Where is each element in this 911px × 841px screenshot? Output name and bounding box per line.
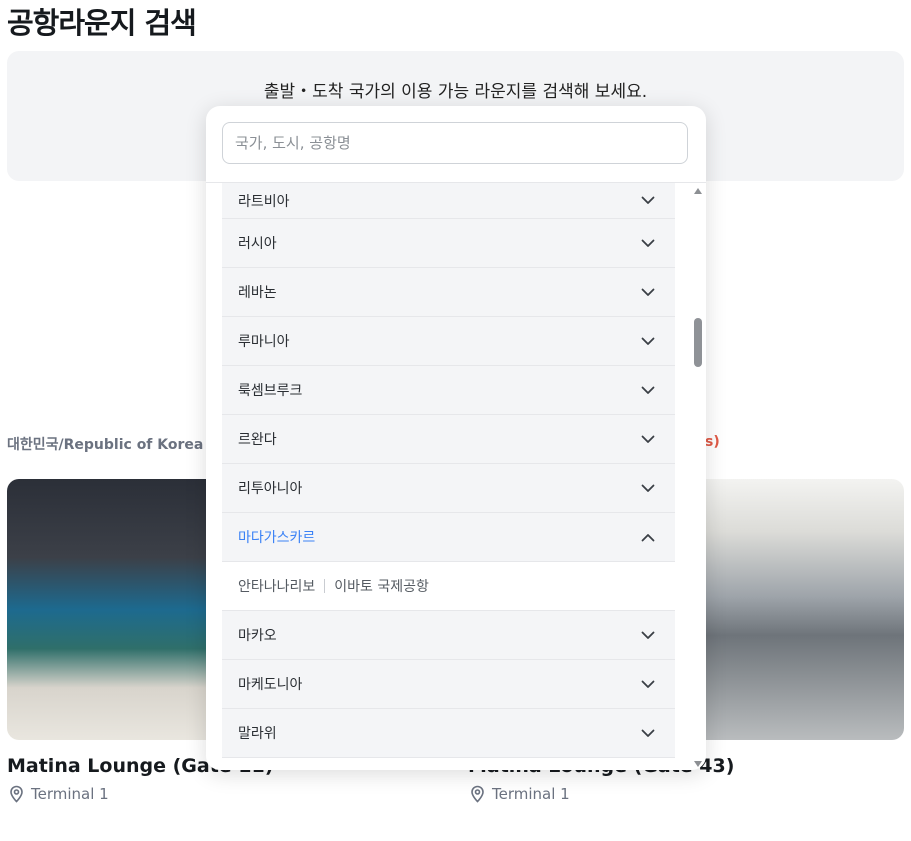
country-item-rwanda[interactable]: 르완다 xyxy=(222,415,675,464)
country-item-lithuania[interactable]: 리투아니아 xyxy=(222,464,675,513)
chevron-down-icon xyxy=(641,631,655,640)
chevron-down-icon xyxy=(641,196,655,205)
chevron-down-icon xyxy=(641,729,655,738)
country-label: 룩셈브루크 xyxy=(238,383,303,399)
airport-item-ivato[interactable]: 안타나나리보 이바토 국제공항 xyxy=(222,562,675,611)
chevron-up-icon xyxy=(641,533,655,542)
search-input[interactable] xyxy=(222,122,688,164)
country-label: 르완다 xyxy=(238,432,277,448)
chevron-down-icon xyxy=(641,386,655,395)
airport-label: 이바토 국제공항 xyxy=(334,579,429,595)
country-label: 러시아 xyxy=(238,236,277,252)
lounge-card-terminal-1: Terminal 1 xyxy=(8,785,109,803)
page-title: 공항라운지 검색 xyxy=(7,6,197,40)
scrollbar-thumb[interactable] xyxy=(694,318,702,367)
country-label: 라트비아 xyxy=(238,193,290,210)
country-item-macedonia[interactable]: 마케도니아 xyxy=(222,660,675,709)
country-label: 말라위 xyxy=(238,726,277,742)
country-label: 마케도니아 xyxy=(238,677,303,693)
country-list: 라트비아 러시아 레바논 루마니아 룩셈브루크 르완다 리투아니아 마다가스카르… xyxy=(222,183,675,770)
country-label: 루마니아 xyxy=(238,334,290,350)
country-item-macau[interactable]: 마카오 xyxy=(222,611,675,660)
chevron-down-icon xyxy=(641,435,655,444)
chevron-down-icon xyxy=(641,288,655,297)
chevron-down-icon xyxy=(641,484,655,493)
lounge-card-terminal-2: Terminal 1 xyxy=(469,785,570,803)
country-item-romania[interactable]: 루마니아 xyxy=(222,317,675,366)
chevron-down-icon xyxy=(641,239,655,248)
country-label: 레바논 xyxy=(238,285,277,301)
country-label: 리투아니아 xyxy=(238,481,303,497)
scroll-up-arrow-icon[interactable] xyxy=(694,188,702,194)
scroll-down-arrow-icon[interactable] xyxy=(694,761,702,767)
country-item-latvia[interactable]: 라트비아 xyxy=(222,183,675,219)
country-label: 마다가스카르 xyxy=(238,530,316,546)
country-dropdown: 라트비아 러시아 레바논 루마니아 룩셈브루크 르완다 리투아니아 마다가스카 xyxy=(206,106,706,770)
hero-text: 출발・도착 국가의 이용 가능 라운지를 검색해 보세요. xyxy=(263,82,648,102)
country-item-lebanon[interactable]: 레바논 xyxy=(222,268,675,317)
location-pin-icon xyxy=(469,785,486,803)
country-item-madagascar[interactable]: 마다가스카르 xyxy=(222,513,675,562)
country-item-russia[interactable]: 러시아 xyxy=(222,219,675,268)
country-item-luxembourg[interactable]: 룩셈브루크 xyxy=(222,366,675,415)
chevron-down-icon xyxy=(641,337,655,346)
city-label: 안타나나리보 xyxy=(238,579,316,595)
terminal-label: Terminal 1 xyxy=(31,785,109,803)
terminal-label: Terminal 1 xyxy=(492,785,570,803)
separator xyxy=(324,579,326,593)
location-pin-icon xyxy=(8,785,25,803)
breadcrumb-count: s) xyxy=(705,434,720,450)
country-label: 마카오 xyxy=(238,628,277,644)
chevron-down-icon xyxy=(641,680,655,689)
country-item-malawi[interactable]: 말라위 xyxy=(222,709,675,758)
breadcrumb-korea[interactable]: 대한민국/Republic of Korea > xyxy=(7,434,220,454)
list-scrollbar[interactable] xyxy=(692,183,704,770)
